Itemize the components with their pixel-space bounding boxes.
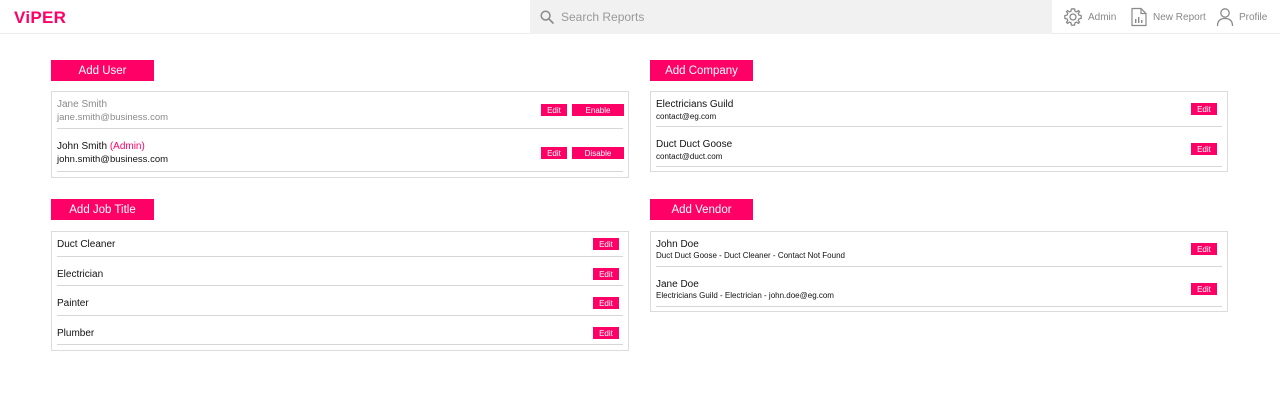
- nav-admin-label: Admin: [1088, 11, 1117, 23]
- user-edit-button[interactable]: Edit: [541, 147, 567, 159]
- job-title-row: Plumber Edit: [57, 320, 623, 345]
- job-title-row: Electrician Edit: [57, 261, 623, 286]
- vendor-edit-button[interactable]: Edit: [1191, 243, 1217, 255]
- job-title-name: Plumber: [57, 328, 95, 339]
- nav-new-report-label: New Report: [1153, 11, 1206, 23]
- job-title-name: Painter: [57, 298, 89, 309]
- company-edit-button[interactable]: Edit: [1191, 103, 1217, 115]
- job-title-row: Painter Edit: [57, 291, 623, 316]
- nav-new-report[interactable]: New Report: [1130, 0, 1206, 34]
- user-icon: [1216, 8, 1234, 27]
- job-title-name: Electrician: [57, 269, 104, 280]
- add-job-title-button[interactable]: Add Job Title: [51, 199, 154, 220]
- company-contact: contact@eg.com: [656, 112, 717, 121]
- user-disable-button[interactable]: Disable: [572, 147, 624, 159]
- company-row: Duct Duct Goose contact@duct.com Edit: [656, 132, 1222, 167]
- company-contact: contact@duct.com: [656, 152, 723, 161]
- company-edit-button[interactable]: Edit: [1191, 143, 1217, 155]
- companies-panel: Electricians Guild contact@eg.com Edit D…: [650, 91, 1228, 172]
- vendors-panel: John Doe Duct Duct Goose - Duct Cleaner …: [650, 231, 1228, 312]
- job-titles-panel: Duct Cleaner Edit Electrician Edit Paint…: [51, 231, 629, 351]
- company-row: Electricians Guild contact@eg.com Edit: [656, 92, 1222, 127]
- gear-icon: [1064, 8, 1082, 26]
- user-row: Jane Smith jane.smith@business.com Edit …: [57, 92, 624, 129]
- job-title-edit-button[interactable]: Edit: [593, 297, 619, 309]
- vendor-row: John Doe Duct Duct Goose - Duct Cleaner …: [656, 232, 1222, 267]
- add-vendor-button[interactable]: Add Vendor: [650, 199, 753, 220]
- company-name: Electricians Guild: [656, 99, 734, 110]
- job-title-name: Duct Cleaner: [57, 239, 116, 250]
- vendor-edit-button[interactable]: Edit: [1191, 283, 1217, 295]
- add-company-button[interactable]: Add Company: [650, 60, 753, 81]
- search-bar[interactable]: [530, 0, 1052, 34]
- vendor-row: Jane Doe Electricians Guild - Electricia…: [656, 272, 1222, 307]
- admin-tag: (Admin): [109, 141, 145, 152]
- nav-profile-label: Profile: [1239, 11, 1268, 23]
- vendor-name: John Doe: [656, 239, 699, 250]
- user-name: Jane Smith: [57, 99, 108, 110]
- search-input[interactable]: [561, 10, 1001, 24]
- user-enable-button[interactable]: Enable: [572, 104, 624, 116]
- add-user-button[interactable]: Add User: [51, 60, 154, 81]
- user-email: jane.smith@business.com: [57, 112, 169, 123]
- job-title-edit-button[interactable]: Edit: [593, 327, 619, 339]
- user-name-text: John Smith: [57, 141, 108, 152]
- top-bar: ViPER Admin New Repo: [0, 0, 1280, 34]
- app-logo[interactable]: ViPER: [14, 8, 66, 28]
- user-name: John Smith (Admin): [57, 141, 145, 152]
- vendor-detail: Duct Duct Goose - Duct Cleaner - Contact…: [656, 251, 845, 260]
- user-row: John Smith (Admin) john.smith@business.c…: [57, 133, 624, 172]
- nav-admin[interactable]: Admin: [1063, 0, 1116, 34]
- job-title-edit-button[interactable]: Edit: [593, 238, 619, 250]
- user-edit-button[interactable]: Edit: [541, 104, 567, 116]
- company-name: Duct Duct Goose: [656, 139, 733, 150]
- users-panel: Jane Smith jane.smith@business.com Edit …: [51, 91, 629, 178]
- search-icon: [540, 10, 554, 24]
- job-title-row: Duct Cleaner Edit: [57, 232, 623, 257]
- nav-profile[interactable]: Profile: [1216, 0, 1267, 34]
- vendor-name: Jane Doe: [656, 279, 699, 290]
- report-icon: [1131, 7, 1147, 27]
- job-title-edit-button[interactable]: Edit: [593, 268, 619, 280]
- vendor-detail: Electricians Guild - Electrician - john.…: [656, 291, 834, 300]
- user-email: john.smith@business.com: [57, 154, 169, 165]
